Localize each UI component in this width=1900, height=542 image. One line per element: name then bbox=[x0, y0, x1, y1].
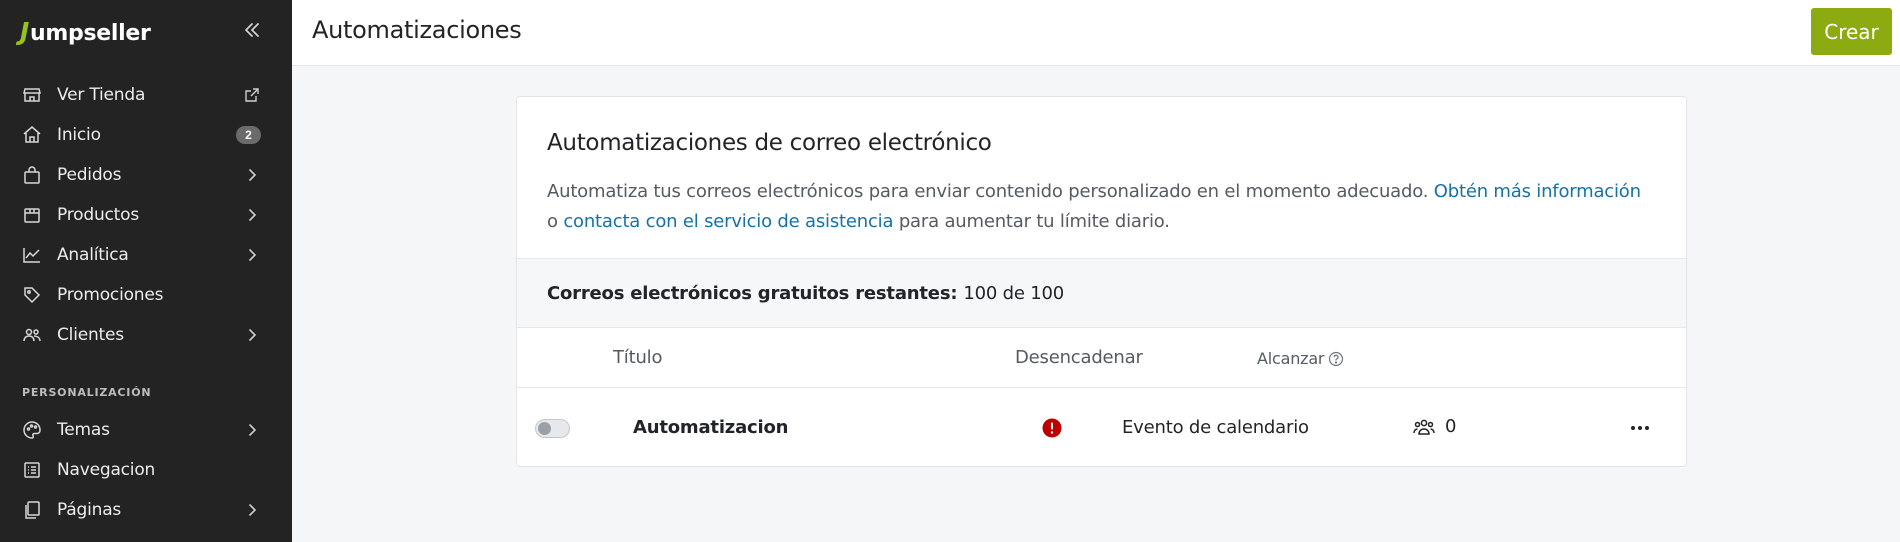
column-header-reach: Alcanzar bbox=[1257, 349, 1344, 368]
free-emails-quota: Correos electrónicos gratuitos restantes… bbox=[517, 258, 1686, 328]
sidebar-item-temas[interactable]: Temas bbox=[0, 410, 292, 450]
sidebar-item-label: Ver Tienda bbox=[57, 85, 146, 105]
automation-reach: 0 bbox=[1413, 416, 1456, 437]
home-icon bbox=[20, 123, 44, 147]
sidebar-item-label: Pedidos bbox=[57, 165, 122, 185]
column-header-reach-label: Alcanzar bbox=[1257, 349, 1325, 368]
chevron-right-icon bbox=[240, 498, 264, 522]
automation-title[interactable]: Automatizacion bbox=[633, 417, 788, 438]
help-circle-icon[interactable] bbox=[1328, 351, 1344, 367]
quota-value: 100 de 100 bbox=[963, 282, 1064, 304]
collapse-sidebar-button[interactable] bbox=[240, 18, 264, 42]
chevron-right-icon bbox=[240, 243, 264, 267]
sidebar-item-clientes[interactable]: Clientes bbox=[0, 315, 292, 355]
learn-more-link[interactable]: Obtén más información bbox=[1434, 181, 1641, 202]
reach-count: 0 bbox=[1445, 416, 1457, 437]
sidebar-item-inicio[interactable]: Inicio 2 bbox=[0, 115, 292, 155]
card-title: Automatizaciones de correo electrónico bbox=[547, 130, 992, 156]
description-text: o bbox=[547, 211, 564, 232]
sidebar-item-label: Productos bbox=[57, 205, 140, 225]
toggle-knob bbox=[538, 422, 551, 435]
sidebar-item-label: Clientes bbox=[57, 325, 124, 345]
sidebar-item-ver-tienda[interactable]: Ver Tienda bbox=[0, 75, 292, 115]
create-button[interactable]: Crear bbox=[1811, 8, 1892, 55]
card-description: Automatiza tus correos electrónicos para… bbox=[547, 177, 1657, 237]
automation-trigger: Evento de calendario bbox=[1122, 417, 1309, 438]
personalization-nav: Temas Navegacion Páginas bbox=[0, 410, 292, 530]
chevron-right-icon bbox=[240, 163, 264, 187]
store-icon bbox=[20, 83, 44, 107]
column-header-trigger: Desencadenar bbox=[1015, 347, 1143, 368]
sidebar-item-analitica[interactable]: Analítica bbox=[0, 235, 292, 275]
palette-icon bbox=[20, 418, 44, 442]
chevron-right-icon bbox=[240, 203, 264, 227]
sidebar-item-productos[interactable]: Productos bbox=[0, 195, 292, 235]
users-icon bbox=[20, 323, 44, 347]
contact-support-link[interactable]: contacta con el servicio de asistencia bbox=[563, 211, 893, 232]
external-link-icon bbox=[240, 83, 264, 107]
sidebar: Jumpseller Ver Tienda Inicio 2 Pedidos P… bbox=[0, 0, 292, 542]
quota-label: Correos electrónicos gratuitos restantes… bbox=[547, 282, 958, 304]
sidebar-item-label: Páginas bbox=[57, 500, 122, 520]
sidebar-item-label: Promociones bbox=[57, 285, 164, 305]
sidebar-item-pedidos[interactable]: Pedidos bbox=[0, 155, 292, 195]
column-header-title: Título bbox=[613, 347, 663, 368]
description-text: para aumentar tu límite diario. bbox=[893, 211, 1170, 232]
notification-badge: 2 bbox=[236, 126, 261, 144]
chevron-right-icon bbox=[240, 323, 264, 347]
page-title: Automatizaciones bbox=[312, 16, 522, 44]
main-nav: Ver Tienda Inicio 2 Pedidos Productos An… bbox=[0, 75, 292, 355]
sidebar-item-label: Navegacion bbox=[57, 460, 156, 480]
sidebar-item-promociones[interactable]: Promociones bbox=[0, 275, 292, 315]
table-header: Título Desencadenar Alcanzar bbox=[517, 328, 1686, 388]
pages-icon bbox=[20, 498, 44, 522]
row-actions-button[interactable] bbox=[1627, 416, 1653, 440]
chart-icon bbox=[20, 243, 44, 267]
users-icon bbox=[1413, 419, 1435, 435]
shopping-bag-icon bbox=[20, 163, 44, 187]
chevron-right-icon bbox=[240, 418, 264, 442]
alert-icon bbox=[1042, 418, 1062, 438]
more-horizontal-icon bbox=[1631, 426, 1649, 430]
box-icon bbox=[20, 203, 44, 227]
sidebar-item-label: Analítica bbox=[57, 245, 129, 265]
sidebar-item-navegacion[interactable]: Navegacion bbox=[0, 450, 292, 490]
automation-enabled-toggle[interactable] bbox=[535, 419, 570, 438]
table-row[interactable]: Automatizacion Evento de calendario 0 bbox=[517, 388, 1686, 466]
description-text: Automatiza tus correos electrónicos para… bbox=[547, 181, 1434, 202]
email-automations-card: Automatizaciones de correo electrónico A… bbox=[516, 96, 1687, 467]
sidebar-item-label: Temas bbox=[57, 420, 110, 440]
sidebar-item-paginas[interactable]: Páginas bbox=[0, 490, 292, 530]
page-header: Automatizaciones Crear bbox=[292, 0, 1900, 66]
nav-section-label: PERSONALIZACIÓN bbox=[22, 386, 152, 399]
double-chevron-left-icon bbox=[245, 23, 259, 37]
brand-logo[interactable]: Jumpseller bbox=[20, 14, 151, 48]
list-icon bbox=[20, 458, 44, 482]
sidebar-item-label: Inicio bbox=[57, 125, 101, 145]
tag-icon bbox=[20, 283, 44, 307]
